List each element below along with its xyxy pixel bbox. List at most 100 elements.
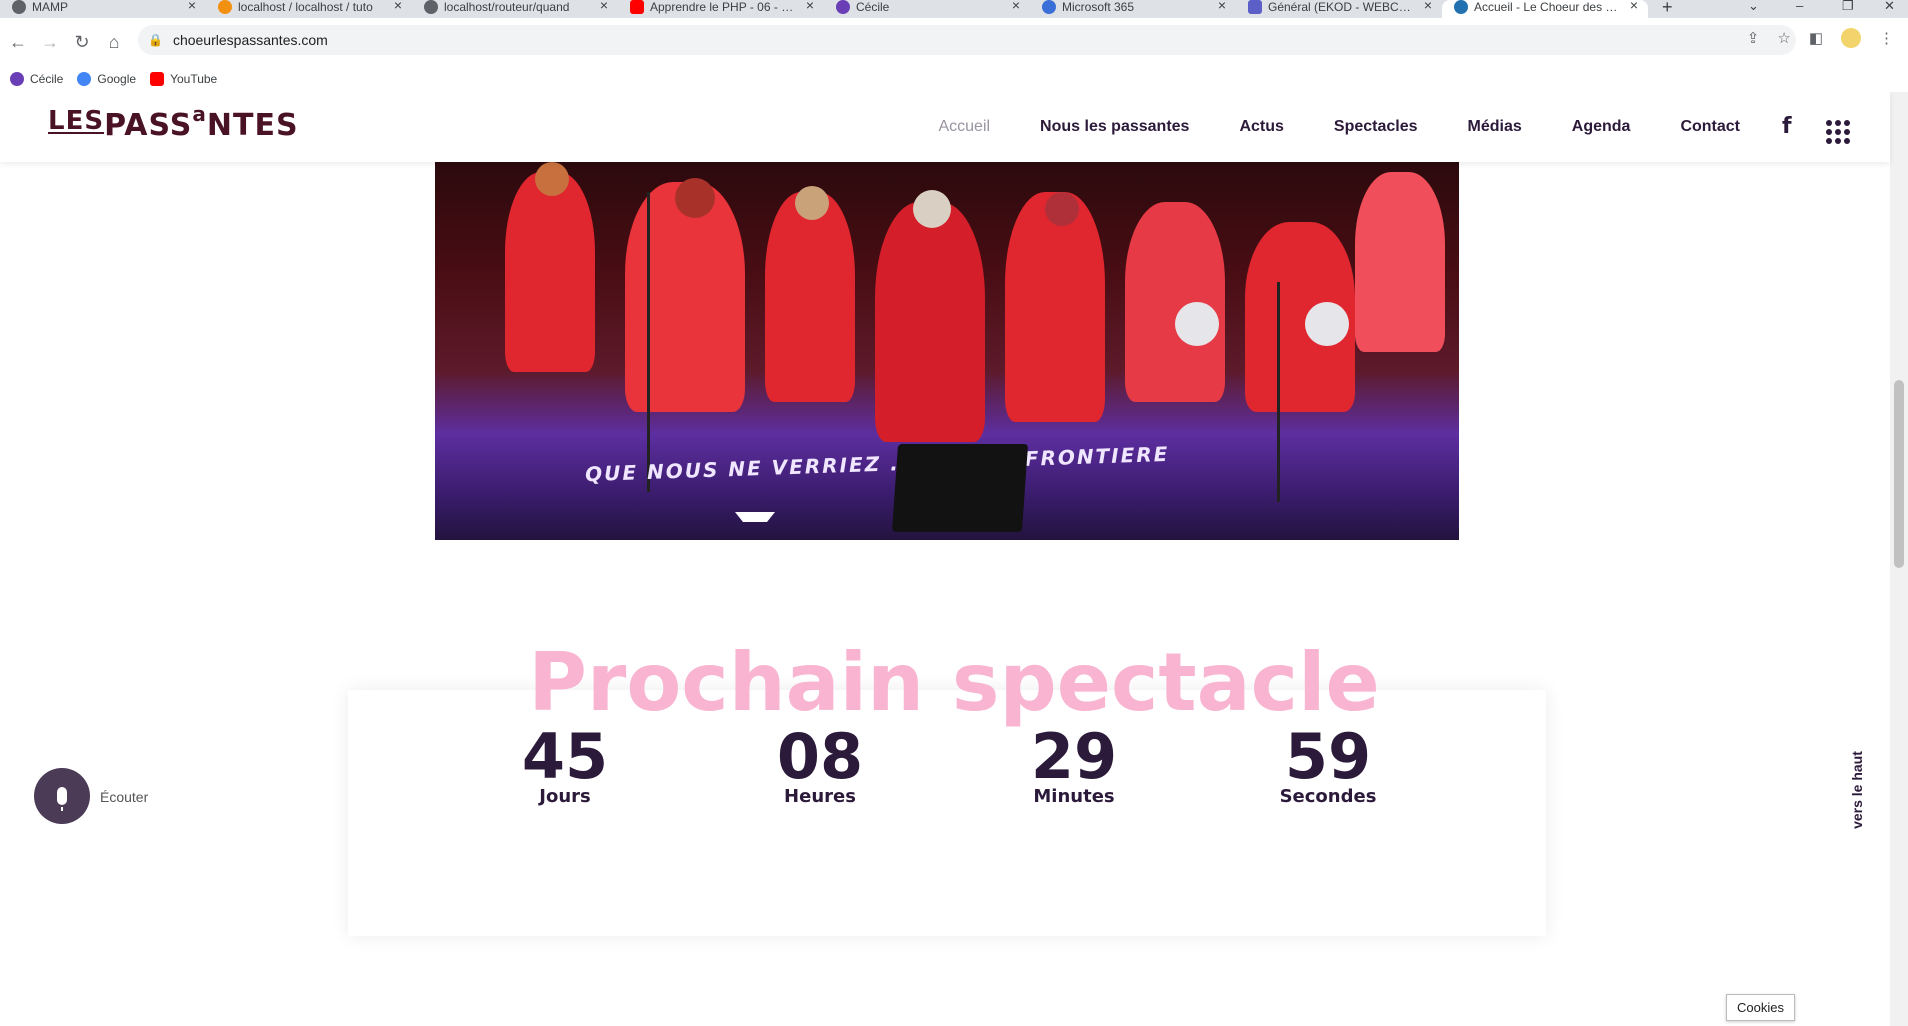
listen-label[interactable]: Écouter	[100, 789, 148, 805]
stage-banner-text: QUE NOUS NE VERRIEZ ... OIS DE FRONTIERE	[584, 441, 1170, 487]
facebook-icon[interactable]: f	[1782, 114, 1792, 139]
wordpress-favicon-icon	[1454, 0, 1468, 14]
cookies-button[interactable]: Cookies	[1726, 994, 1795, 1021]
tab-title: Cécile	[856, 0, 890, 14]
countdown-seconds: 59 Secondes	[1228, 720, 1428, 808]
logo-part-ntes: NTES	[206, 108, 299, 143]
tab-title: Apprendre le PHP - 06 - Co	[650, 0, 796, 14]
close-tab-icon[interactable]: ×	[806, 0, 814, 12]
browser-tab-strip: MAMP × localhost / localhost / tuto × lo…	[0, 0, 1908, 18]
bookmark-youtube[interactable]: YouTube	[150, 72, 217, 86]
nav-medias[interactable]: Médias	[1468, 118, 1522, 136]
bookmark-label: YouTube	[170, 72, 218, 86]
google-bookmark-icon	[77, 72, 92, 86]
minimize-window-icon[interactable]: –	[1796, 0, 1803, 13]
microsoft-365-favicon-icon	[1042, 0, 1056, 14]
nav-spectacles[interactable]: Spectacles	[1334, 118, 1418, 136]
url-text[interactable]: choeurlespassantes.com	[173, 32, 328, 48]
countdown-hours-value: 08	[776, 720, 864, 793]
countdown-days: 45 Jours	[465, 720, 665, 808]
countdown-minutes-label: Minutes	[1033, 786, 1115, 807]
microphone-icon	[57, 787, 67, 811]
apps-grid-icon[interactable]	[1826, 120, 1850, 144]
back-to-top-button[interactable]: vers le haut	[1842, 740, 1868, 830]
bookmark-label: Google	[97, 72, 137, 86]
new-tab-button[interactable]: +	[1648, 0, 1687, 16]
globe-favicon-icon	[424, 0, 438, 14]
page-scrollbar[interactable]	[1890, 92, 1908, 1026]
bookmark-star-icon[interactable]: ☆	[1777, 29, 1790, 47]
close-tab-icon[interactable]: ×	[1424, 0, 1432, 12]
bookmarks-bar: Cécile Google YouTube	[0, 66, 1908, 92]
site-header: LESPASSaNTES Accueil Nous les passantes …	[0, 92, 1890, 162]
tab-routeur[interactable]: localhost/routeur/quand ×	[412, 0, 618, 18]
nav-contact[interactable]: Contact	[1680, 118, 1740, 136]
site-logo[interactable]: LESPASSaNTES	[48, 102, 299, 143]
profile-avatar[interactable]	[1841, 28, 1861, 48]
close-tab-icon[interactable]: ×	[188, 0, 196, 12]
bookmark-google[interactable]: Google	[77, 72, 136, 86]
mamp-favicon-icon	[12, 0, 26, 14]
main-navigation: Accueil Nous les passantes Actus Spectac…	[938, 118, 1740, 136]
youtube-favicon-icon	[630, 0, 644, 14]
browser-toolbar: ← → ↻ ⌂ 🔒 choeurlespassantes.com ⇪ ☆ ◧ ⋮	[0, 18, 1908, 66]
logo-part-pass: PASS	[104, 108, 193, 143]
cecile-bookmark-icon	[10, 72, 24, 86]
tab-microsoft-365[interactable]: Microsoft 365 ×	[1030, 0, 1236, 18]
close-tab-icon[interactable]: ×	[600, 0, 608, 12]
countdown-title: Prochain spectacle	[528, 636, 1380, 729]
nav-nous-les-passantes[interactable]: Nous les passantes	[1040, 118, 1189, 136]
countdown-seconds-value: 59	[1284, 720, 1372, 793]
countdown-days-label: Jours	[539, 786, 591, 807]
tab-title: Microsoft 365	[1062, 0, 1135, 14]
phpmyadmin-favicon-icon	[218, 0, 232, 14]
close-tab-icon[interactable]: ×	[1218, 0, 1226, 12]
reload-button[interactable]: ↻	[66, 32, 98, 53]
teams-favicon-icon	[1248, 0, 1262, 14]
tab-title: MAMP	[32, 0, 68, 14]
tab-cecile[interactable]: Cécile ×	[824, 0, 1030, 18]
tab-title: localhost / localhost / tuto	[238, 0, 373, 14]
page-viewport: LESPASSaNTES Accueil Nous les passantes …	[0, 92, 1908, 1026]
back-button[interactable]: ←	[2, 32, 34, 53]
logo-part-les: LES	[48, 106, 105, 136]
countdown-hours-label: Heures	[784, 786, 856, 807]
close-tab-icon[interactable]: ×	[1630, 0, 1638, 12]
tab-title: Général (EKOD - WEBCO -	[1268, 0, 1414, 14]
tab-teams[interactable]: Général (EKOD - WEBCO - ×	[1236, 0, 1442, 18]
forward-button[interactable]: →	[34, 32, 66, 53]
restore-window-icon[interactable]: ❐	[1842, 0, 1854, 14]
share-icon[interactable]: ⇪	[1747, 29, 1760, 47]
address-bar[interactable]: 🔒 choeurlespassantes.com	[138, 25, 1796, 55]
tab-title: localhost/routeur/quand	[444, 0, 570, 14]
countdown-seconds-label: Secondes	[1279, 786, 1377, 807]
tab-search-icon[interactable]: ⌄	[1748, 0, 1759, 14]
nav-accueil[interactable]: Accueil	[938, 118, 990, 136]
tab-youtube-php[interactable]: Apprendre le PHP - 06 - Co ×	[618, 0, 824, 18]
cecile-favicon-icon	[836, 0, 850, 14]
bookmark-label: Cécile	[30, 72, 64, 86]
side-panel-icon[interactable]: ◧	[1809, 29, 1823, 47]
listen-button[interactable]	[34, 768, 90, 824]
paper-boat	[735, 512, 775, 522]
tab-accueil-active[interactable]: Accueil - Le Choeur des Pa ×	[1442, 0, 1648, 18]
tab-title: Accueil - Le Choeur des Pa	[1474, 0, 1620, 14]
countdown-days-value: 45	[521, 720, 609, 793]
tab-mamp[interactable]: MAMP ×	[0, 0, 206, 18]
nav-actus[interactable]: Actus	[1239, 118, 1283, 136]
lock-icon[interactable]: 🔒	[148, 33, 163, 47]
close-tab-icon[interactable]: ×	[1012, 0, 1020, 12]
bookmark-cecile[interactable]: Cécile	[10, 72, 63, 86]
tab-phpmyadmin[interactable]: localhost / localhost / tuto ×	[206, 0, 412, 18]
more-menu-icon[interactable]: ⋮	[1879, 29, 1894, 47]
home-button[interactable]: ⌂	[98, 32, 130, 53]
stage-speaker	[891, 444, 1029, 532]
countdown-minutes: 29 Minutes	[974, 724, 1174, 808]
close-tab-icon[interactable]: ×	[394, 0, 402, 12]
close-window-icon[interactable]: ✕	[1884, 0, 1895, 14]
scrollbar-thumb[interactable]	[1894, 380, 1904, 568]
nav-agenda[interactable]: Agenda	[1572, 118, 1631, 136]
countdown-hours: 08 Heures	[720, 720, 920, 808]
logo-part-a: a	[192, 102, 207, 126]
youtube-bookmark-icon	[150, 72, 165, 86]
